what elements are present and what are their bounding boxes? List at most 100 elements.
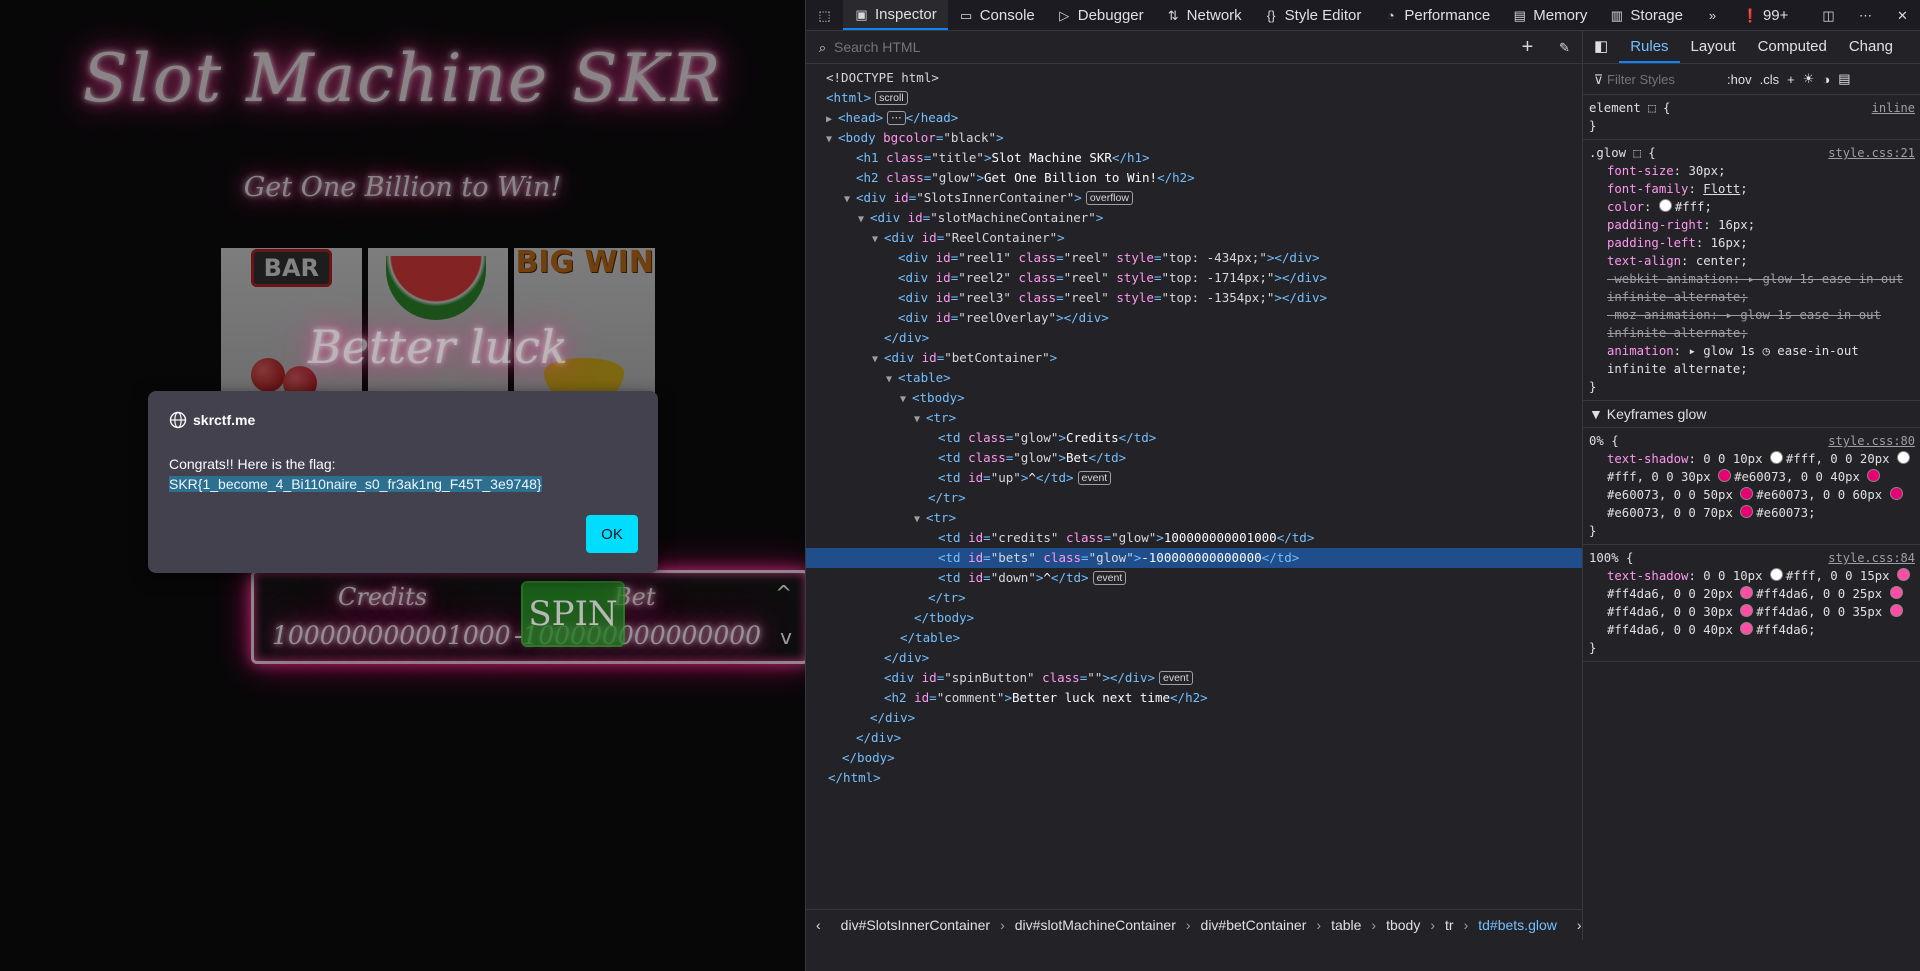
print-media-icon[interactable]: ▤ [1838,71,1850,87]
big-win-symbol: BIG WIN [515,248,654,280]
bet-up-button[interactable]: ^ [775,581,792,605]
tab-changes[interactable]: Chang [1838,31,1904,63]
tree-node-selected[interactable]: <td id="bets" class="glow">-100000000000… [806,548,1582,568]
filter-styles-input[interactable] [1589,70,1719,88]
storage-icon: ▥ [1610,7,1624,23]
tree-node[interactable]: </div> [806,708,1582,728]
ok-button[interactable]: OK [586,515,638,553]
dialog-origin: skrctf.me [169,411,255,429]
tree-node[interactable]: <td class="glow">Credits</td> [806,428,1582,448]
tree-node[interactable]: </tbody> [806,608,1582,628]
tree-node[interactable]: </html> [806,768,1582,788]
breadcrumb-item[interactable]: div#slotMachineContainer [1005,917,1186,933]
flag-text[interactable]: SKR{1_become_4_Bi110naire_s0_fr3ak1ng_F4… [169,476,542,492]
tree-node[interactable]: <h1 class="title">Slot Machine SKR</h1> [806,148,1582,168]
more-tools-button[interactable]: » [1694,0,1731,30]
webpage-viewport: Slot Machine SKR Get One Billion to Win!… [0,0,805,971]
rule-source[interactable]: style.css:84 [1828,549,1915,567]
eyedropper-icon[interactable]: ✎ [1557,40,1572,55]
tree-node[interactable]: ▼ <div id="slotMachineContainer"> [806,208,1582,228]
tab-performance[interactable]: ◔ Performance [1372,0,1501,30]
breadcrumb-item-current[interactable]: td#bets.glow [1468,917,1567,933]
breadcrumb-item[interactable]: tbody [1376,917,1430,933]
tree-node[interactable]: </div> [806,648,1582,668]
tree-node[interactable]: ▼ <tr> [806,508,1582,528]
tree-node[interactable]: ▼ <tbody> [806,388,1582,408]
tree-node[interactable]: </tr> [806,488,1582,508]
keyframe-100: 100% { style.css:84 text-shadow: 0 0 10p… [1583,545,1920,662]
options-menu-button[interactable]: ⋯ [1847,0,1884,30]
tab-layout[interactable]: Layout [1680,31,1747,63]
tab-computed[interactable]: Computed [1747,31,1838,63]
credits-value: 100000000001000 [272,621,511,650]
tree-node[interactable]: </table> [806,628,1582,648]
tab-console[interactable]: ▭ Console [948,0,1046,30]
page-title: Slot Machine SKR [82,40,723,117]
rule-source[interactable]: inline [1872,99,1915,117]
html-tree: <!DOCTYPE html> <html> scroll ▶ <head> ⋯ </h… [806,64,1582,788]
add-rule-icon[interactable]: + [1787,72,1795,87]
network-icon: ⇅ [1167,7,1179,23]
tree-node[interactable]: <div id="reel3" class="reel" style="top:… [806,288,1582,308]
classes-toggle[interactable]: .cls [1760,72,1780,87]
tree-node[interactable]: </div> [806,328,1582,348]
inspector-icon: ▣ [855,6,868,22]
tab-rules[interactable]: Rules [1619,31,1680,63]
tree-node[interactable]: </div> [806,728,1582,748]
tab-storage[interactable]: ▥ Storage [1598,0,1694,30]
rule-source[interactable]: style.css:21 [1828,144,1915,162]
breadcrumb-item[interactable]: div#betContainer [1191,917,1317,933]
tree-node[interactable]: <h2 id="comment">Better luck next time</… [806,688,1582,708]
tree-node[interactable]: ▼ <table> [806,368,1582,388]
tab-inspector[interactable]: ▣ Inspector [843,0,948,30]
dock-button[interactable]: ◫ [1810,0,1847,30]
tree-node[interactable]: <td id="down">^</td> event [806,568,1582,588]
keyframes-header[interactable]: ▼ Keyframes glow [1583,401,1920,428]
search-icon: ⌕ [818,40,827,55]
search-html-input[interactable] [806,31,1508,63]
tab-network[interactable]: ⇅ Network [1155,0,1253,30]
bet-down-button[interactable]: v [780,625,792,649]
tree-node[interactable]: <!DOCTYPE html> [806,68,1582,88]
tree-node[interactable]: <td id="up">^</td> event [806,468,1582,488]
tree-node[interactable]: ▼ <div id="SlotsInnerContainer"> overflow [806,188,1582,208]
tree-node[interactable]: <html> scroll [806,88,1582,108]
tree-node[interactable]: <div id="spinButton" class=""></div> even… [806,668,1582,688]
toggle-sidebar-icon[interactable]: ◧ [1583,31,1619,63]
breadcrumb-item[interactable]: tr [1435,917,1464,933]
tree-node[interactable]: ▼ <tr> [806,408,1582,428]
tree-node[interactable]: ▶ <head> ⋯ </head> [806,108,1582,128]
breadcrumb-back-icon[interactable]: ‹ [806,917,831,933]
globe-icon [169,411,187,429]
element-picker-button[interactable]: ⬚ [806,0,843,30]
keyframe-0: 0% { style.css:80 text-shadow: 0 0 10px … [1583,428,1920,545]
tree-node[interactable]: </body> [806,748,1582,768]
close-devtools-button[interactable]: ✕ [1884,0,1920,30]
add-node-icon[interactable]: + [1520,37,1535,57]
hover-states-toggle[interactable]: :hov [1727,72,1752,87]
close-icon: ✕ [1897,7,1908,23]
rule-source[interactable]: style.css:80 [1828,432,1915,450]
tree-node[interactable]: <div id="reel2" class="reel" style="top:… [806,268,1582,288]
breadcrumb-item[interactable]: div#SlotsInnerContainer [831,917,1000,933]
tree-node[interactable]: ▼ <body bgcolor="black"> [806,128,1582,148]
tree-node[interactable]: ▼ <div id="ReelContainer"> [806,228,1582,248]
tree-node[interactable]: <div id="reelOverlay"></div> [806,308,1582,328]
tab-debugger[interactable]: ▷ Debugger [1046,0,1155,30]
tree-node[interactable]: ▼ <div id="betContainer"> [806,348,1582,368]
tree-node[interactable]: <div id="reel1" class="reel" style="top:… [806,248,1582,268]
dark-theme-icon[interactable]: ◑ [1822,72,1830,87]
tree-node[interactable]: <h2 class="glow">Get One Billion to Win!… [806,168,1582,188]
tree-node[interactable]: </tr> [806,588,1582,608]
breadcrumb-item[interactable]: table [1321,917,1371,933]
spin-button[interactable]: SPIN [521,581,625,647]
chevrons-right-icon: » [1708,7,1717,23]
alert-dialog: skrctf.me Congrats!! Here is the flag: S… [148,391,658,573]
tree-node[interactable]: <td id="credits" class="glow">1000000000… [806,528,1582,548]
tab-style-editor[interactable]: {} Style Editor [1253,0,1373,30]
tree-node[interactable]: <td class="glow">Bet</td> [806,448,1582,468]
tab-memory[interactable]: ▤ Memory [1501,0,1598,30]
light-theme-icon[interactable]: ☀ [1803,71,1815,87]
error-count-badge[interactable]: ❗ 99+ [1731,0,1799,30]
console-icon: ▭ [960,7,973,23]
